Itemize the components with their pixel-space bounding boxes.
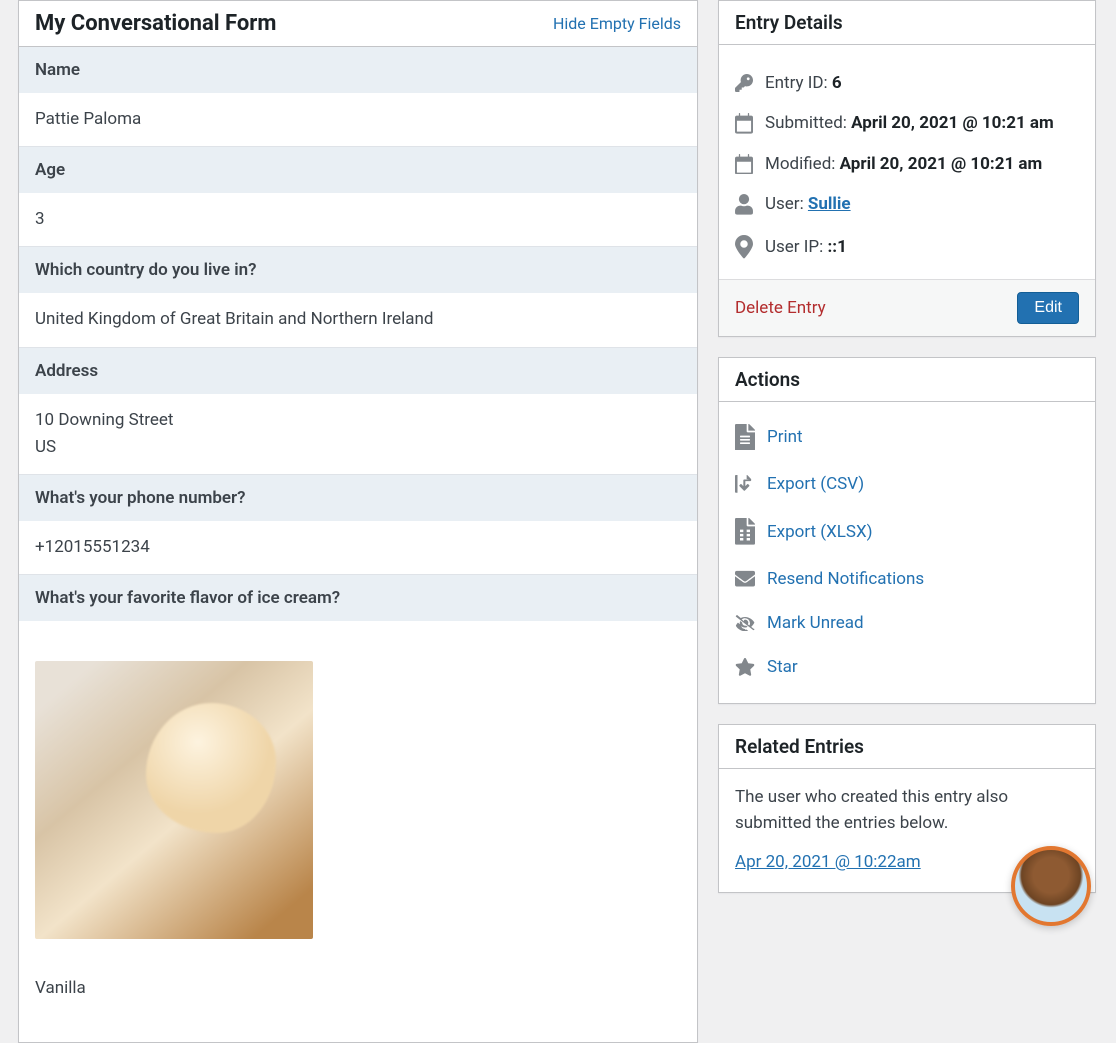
field-label: Which country do you live in? [19,246,697,293]
export-csv-action[interactable]: Export (CSV) [735,462,1079,506]
field-value-text: Vanilla [35,975,681,1002]
related-entry-link[interactable]: Apr 20, 2021 @ 10:22am [735,852,921,872]
star-icon [735,658,755,676]
field-label: Name [19,47,697,93]
calendar-icon [735,113,753,134]
form-entry-panel: My Conversational Form Hide Empty Fields… [18,0,698,1043]
field-value: 3 [19,193,697,246]
calendar-icon [735,154,753,175]
help-mascot-button[interactable] [1011,846,1091,926]
field-value: United Kingdom of Great Britain and Nort… [19,293,697,346]
spreadsheet-icon [735,518,755,545]
resend-notifications-action[interactable]: Resend Notifications [735,557,1079,601]
actions-panel: Actions Print Export (CSV) Export (XLSX) [718,357,1096,704]
field-label: What's your phone number? [19,474,697,521]
field-value: Pattie Paloma [19,93,697,146]
map-pin-icon [735,235,753,259]
eye-slash-icon [735,615,755,631]
field-label: Age [19,146,697,193]
edit-button[interactable]: Edit [1017,292,1079,324]
mark-unread-action[interactable]: Mark Unread [735,601,1079,645]
entry-details-panel: Entry Details Entry ID: 6 Submitted: Apr… [718,0,1096,337]
document-icon [735,424,755,451]
user-row: User: Sullie [735,184,1079,225]
ip-row: User IP: ::1 [735,225,1079,269]
user-icon [735,194,753,215]
form-title: My Conversational Form [35,11,276,36]
related-intro: The user who created this entry also sub… [735,785,1079,836]
entry-id-row: Entry ID: 6 [735,63,1079,103]
mail-icon [735,569,755,589]
field-value: +12015551234 [19,521,697,574]
actions-title: Actions [735,368,800,391]
ice-cream-image [35,661,313,939]
submitted-row: Submitted: April 20, 2021 @ 10:21 am [735,103,1079,144]
field-label: Address [19,347,697,394]
print-action[interactable]: Print [735,412,1079,463]
export-icon [735,475,755,493]
field-label: What's your favorite flavor of ice cream… [19,574,697,621]
hide-empty-fields-link[interactable]: Hide Empty Fields [553,14,681,33]
export-xlsx-action[interactable]: Export (XLSX) [735,506,1079,557]
delete-entry-link[interactable]: Delete Entry [735,298,826,318]
key-icon [735,74,753,92]
field-value: 10 Downing Street US [19,394,697,474]
field-value: Vanilla [19,621,697,1042]
star-action[interactable]: Star [735,645,1079,689]
user-link[interactable]: Sullie [808,194,851,214]
related-title: Related Entries [735,735,864,758]
entry-details-title: Entry Details [735,11,843,34]
modified-row: Modified: April 20, 2021 @ 10:21 am [735,144,1079,185]
